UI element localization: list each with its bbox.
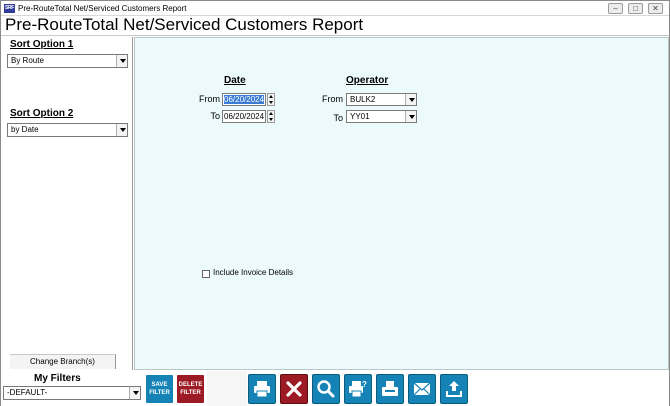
date-to-label: To [210,111,220,121]
date-header: Date [224,75,246,86]
sort-option-2-label: Sort Option 2 [10,108,74,119]
print-icon [254,381,270,398]
page-title: Pre-RouteTotal Net/Serviced Customers Re… [5,15,364,34]
delete-filter-label-1: DELETE [178,382,203,388]
export-icon [446,381,462,397]
operator-from-select[interactable]: BULK2 [346,93,417,106]
bottom-toolbar: My Filters -DEFAULT- SAVE FILTER DELETE … [1,371,669,406]
date-to-spinner[interactable] [267,110,275,123]
export-button[interactable] [440,374,468,404]
chevron-down-icon[interactable] [116,124,127,136]
search-icon [317,380,335,398]
print-button[interactable] [248,374,276,404]
toolbar-spacer [207,371,247,406]
delete-filter-label-2: FILTER [180,390,201,396]
report-window: SRF Pre-RouteTotal Net/Serviced Customer… [0,0,670,406]
save-filter-button[interactable]: SAVE FILTER [146,375,173,403]
operator-to-value: YY01 [350,112,370,121]
sort-option-2-select[interactable]: by Date [7,123,128,137]
fax-icon [382,381,398,396]
date-to-value: 06/20/2024 [224,112,265,121]
chevron-down-icon[interactable] [405,111,416,122]
close-window-button[interactable]: ✕ [648,3,663,14]
close-icon: ✕ [652,4,659,13]
my-filters-value: -DEFAULT- [7,388,48,397]
fax-button[interactable] [376,374,404,404]
chevron-down-icon[interactable] [129,387,140,399]
change-branch-button[interactable]: Change Branch(s) [10,354,116,369]
sort-option-1-label: Sort Option 1 [10,39,74,50]
app-icon: SRF [4,4,15,13]
my-filters-select[interactable]: -DEFAULT- [3,386,141,400]
operator-from-label: From [322,94,343,104]
date-from-spinner[interactable] [267,93,275,106]
filter-criteria-area: Date Operator From 06/20/2024 To 06/20/2… [134,37,669,370]
minimize-button[interactable]: – [608,3,623,14]
sort-option-1-value: By Route [11,56,44,65]
minimize-icon: – [613,4,618,13]
chevron-down-icon[interactable] [405,94,416,105]
operator-header: Operator [346,75,389,86]
window-title: Pre-RouteTotal Net/Serviced Customers Re… [18,4,187,13]
print-preview-icon: ? [349,380,367,398]
sort-option-2-value: by Date [11,125,39,134]
cancel-button[interactable] [280,374,308,404]
operator-to-label: To [333,113,343,123]
restore-icon: □ [633,4,638,13]
email-button[interactable] [408,374,436,404]
include-invoice-details-checkbox[interactable] [202,270,210,278]
operator-from-value: BULK2 [350,95,376,104]
date-from-field[interactable]: 06/20/2024 [222,93,266,106]
restore-button[interactable]: □ [628,3,643,14]
chevron-down-icon[interactable] [116,55,127,67]
sort-options-panel: Sort Option 1 By Route Sort Option 2 by … [1,37,133,370]
my-filters-label: My Filters [34,373,81,384]
email-icon [413,382,431,396]
save-filter-label-2: FILTER [149,390,170,396]
save-filter-label-1: SAVE [151,382,168,388]
date-to-field[interactable]: 06/20/2024 [222,110,266,123]
svg-text:?: ? [362,380,367,389]
search-button[interactable] [312,374,340,404]
date-from-value: 06/20/2024 [224,95,265,104]
close-x-icon [286,381,302,397]
delete-filter-button[interactable]: DELETE FILTER [177,375,204,403]
print-preview-button[interactable]: ? [344,374,372,404]
report-header: Pre-RouteTotal Net/Serviced Customers Re… [1,15,669,36]
sort-option-1-select[interactable]: By Route [7,54,128,68]
title-bar: SRF Pre-RouteTotal Net/Serviced Customer… [1,1,669,16]
date-from-label: From [199,94,220,104]
operator-to-select[interactable]: YY01 [346,110,417,123]
include-invoice-details-label: Include Invoice Details [213,268,294,277]
